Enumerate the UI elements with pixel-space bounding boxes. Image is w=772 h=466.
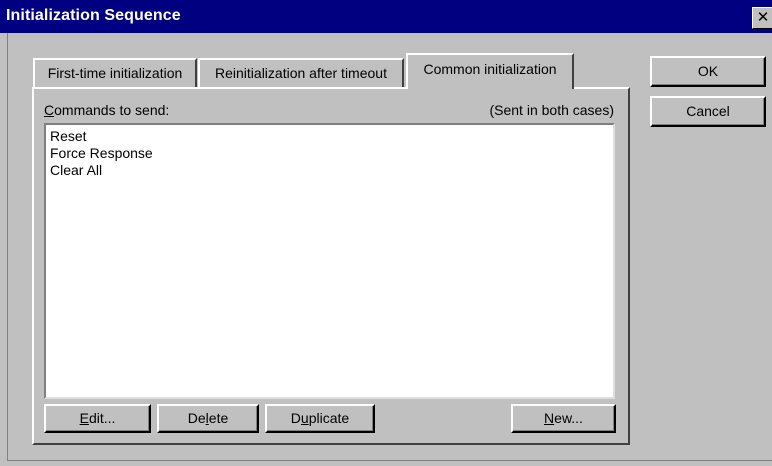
tab-first-time-initialization[interactable]: First-time initialization <box>33 58 197 88</box>
new-button[interactable]: New... <box>511 404 616 433</box>
dialog-window: Initialization Sequence ✕ First-time ini… <box>0 0 772 466</box>
edit-button[interactable]: Edit... <box>44 404 151 433</box>
commands-label-text: ommands to send: <box>54 102 170 118</box>
title-bar: Initialization Sequence <box>0 0 772 33</box>
commands-label-mnemonic: C <box>44 102 55 118</box>
commands-label: Commands to send: <box>44 102 169 118</box>
edit-mnemonic: E <box>79 410 89 426</box>
list-item[interactable]: Clear All <box>50 162 609 179</box>
duplicate-mnemonic: u <box>300 410 309 426</box>
tab-reinitialization-after-timeout[interactable]: Reinitialization after timeout <box>198 58 404 88</box>
list-item[interactable]: Reset <box>50 128 609 145</box>
duplicate-label-pre: D <box>290 410 301 426</box>
window-title: Initialization Sequence <box>6 7 181 24</box>
new-mnemonic: N <box>544 410 555 426</box>
close-icon[interactable]: ✕ <box>752 7 772 29</box>
delete-button[interactable]: Delete <box>157 404 259 433</box>
cancel-button[interactable]: Cancel <box>650 96 766 127</box>
list-item[interactable]: Force Response <box>50 145 609 162</box>
edit-label: dit... <box>88 410 116 426</box>
commands-listbox[interactable]: Reset Force Response Clear All <box>44 123 615 399</box>
duplicate-label-post: plicate <box>308 410 350 426</box>
delete-label-post: ete <box>208 410 229 426</box>
new-label: ew... <box>554 410 583 426</box>
ok-button[interactable]: OK <box>650 56 766 87</box>
delete-label-pre: De <box>187 410 206 426</box>
sent-note: (Sent in both cases) <box>489 102 614 118</box>
tab-common-initialization[interactable]: Common initialization <box>406 53 574 89</box>
duplicate-button[interactable]: Duplicate <box>265 404 375 433</box>
